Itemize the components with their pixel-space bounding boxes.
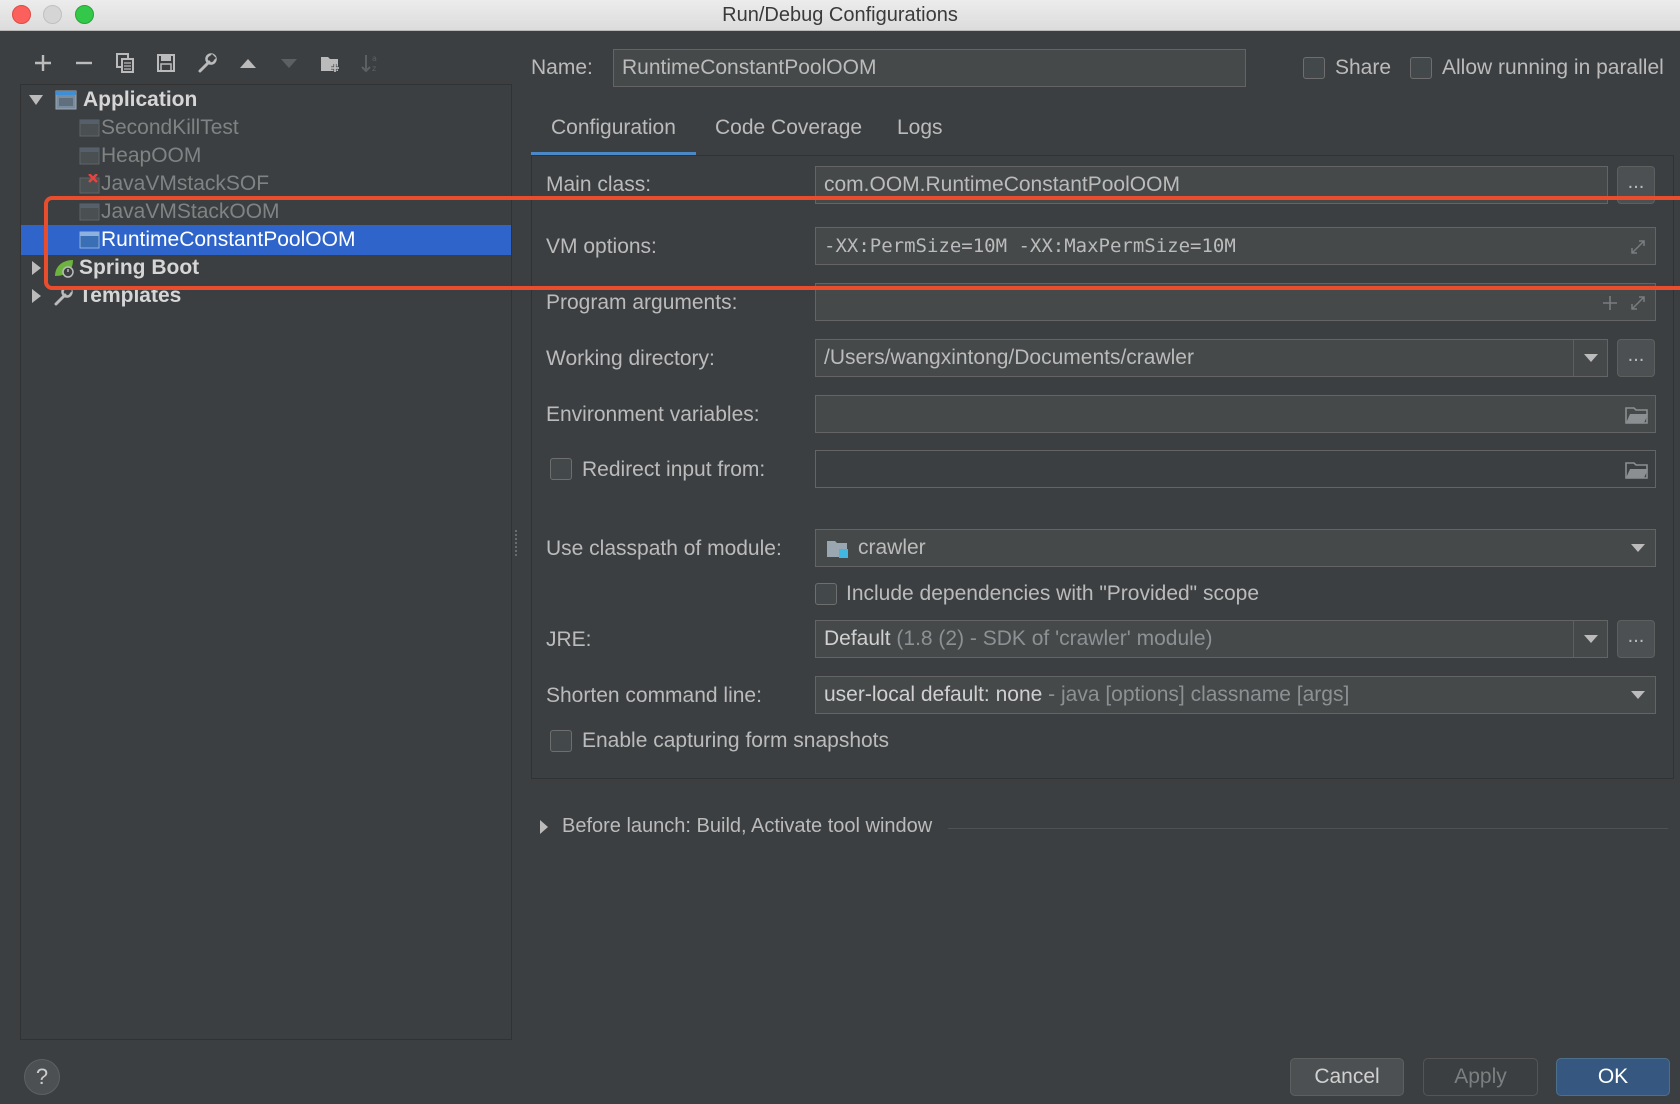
classpath-module-label: Use classpath of module: — [546, 537, 782, 560]
application-icon — [55, 90, 77, 110]
main-class-label: Main class: — [546, 173, 652, 196]
program-arguments-label: Program arguments: — [546, 291, 738, 314]
working-directory-combo[interactable]: /Users/wangxintong/Documents/crawler — [815, 339, 1608, 377]
shorten-command-line-combo[interactable]: user-local default: none - java [options… — [815, 676, 1656, 714]
remove-icon — [75, 61, 92, 65]
add-configuration-button[interactable] — [22, 46, 63, 80]
include-provided-label: Include dependencies with "Provided" sco… — [846, 582, 1260, 605]
tab-configuration[interactable]: Configuration — [531, 108, 696, 156]
chevron-down-icon[interactable] — [1621, 677, 1655, 713]
jre-label: JRE: — [546, 628, 592, 651]
help-button[interactable]: ? — [24, 1059, 60, 1095]
folder-icon[interactable] — [1625, 405, 1649, 425]
save-icon — [156, 54, 175, 72]
classpath-module-combo[interactable]: crawler — [815, 529, 1656, 567]
save-configuration-button[interactable] — [145, 46, 186, 80]
working-directory-label: Working directory: — [546, 347, 715, 370]
share-checkbox[interactable] — [1303, 57, 1325, 79]
chevron-right-icon[interactable] — [27, 281, 45, 311]
sort-icon: az — [360, 54, 377, 73]
svg-text:z: z — [372, 64, 376, 73]
chevron-right-icon[interactable] — [27, 253, 45, 283]
chevron-down-icon[interactable] — [1573, 621, 1607, 657]
redirect-input-checkbox[interactable] — [550, 458, 572, 480]
expand-icon[interactable] — [1629, 294, 1647, 312]
jre-combo[interactable]: Default (1.8 (2) - SDK of 'crawler' modu… — [815, 620, 1608, 658]
plus-icon[interactable] — [1601, 294, 1619, 312]
redirect-input-field[interactable] — [815, 450, 1656, 488]
chevron-right-icon[interactable] — [540, 820, 548, 834]
arrow-up-icon — [239, 59, 256, 68]
tree-label-secondkilltest: SecondKillTest — [101, 116, 239, 139]
module-folder-icon — [827, 541, 848, 558]
copy-configuration-button[interactable] — [104, 46, 145, 80]
application-config-icon — [79, 147, 100, 165]
shorten-value-main: user-local default: none — [824, 683, 1043, 706]
tree-label-application: Application — [83, 88, 198, 111]
environment-variables-input[interactable] — [815, 395, 1656, 433]
move-up-button[interactable] — [227, 46, 268, 80]
jre-value-detail: (1.8 (2) - SDK of 'crawler' module) — [896, 627, 1213, 650]
form-snapshots-checkbox[interactable] — [550, 730, 572, 752]
browse-working-directory-button[interactable]: ... — [1617, 339, 1655, 377]
splitter-handle[interactable] — [515, 530, 521, 556]
tab-code-coverage[interactable]: Code Coverage — [695, 108, 882, 156]
cancel-button[interactable]: Cancel — [1290, 1058, 1404, 1096]
chevron-down-icon[interactable] — [1573, 340, 1607, 376]
add-icon — [34, 55, 51, 71]
svg-text:a: a — [372, 54, 377, 63]
sort-configurations-button[interactable]: az — [350, 46, 391, 80]
before-launch-toggle[interactable]: Before launch: Build, Activate tool wind… — [562, 815, 932, 838]
form-snapshots-label: Enable capturing form snapshots — [582, 729, 890, 752]
environment-variables-label: Environment variables: — [546, 403, 760, 426]
tree-item-javavmstacksof[interactable]: JavaVMstackSOF — [21, 169, 511, 199]
ok-button[interactable]: OK — [1556, 1058, 1670, 1096]
application-config-error-icon — [79, 174, 100, 194]
wrench-icon — [198, 53, 217, 73]
arrow-down-icon — [280, 59, 297, 68]
highlight-annotation — [44, 196, 1680, 290]
create-folder-button[interactable] — [309, 46, 350, 80]
apply-button[interactable]: Apply — [1423, 1058, 1538, 1096]
shorten-command-line-label: Shorten command line: — [546, 684, 762, 707]
tree-node-application[interactable]: Application — [21, 85, 511, 115]
remove-configuration-button[interactable] — [63, 46, 104, 80]
tree-label-heapoom: HeapOOM — [101, 144, 202, 167]
browse-jre-button[interactable]: ... — [1617, 620, 1655, 658]
redirect-input-label: Redirect input from: — [582, 458, 766, 481]
chevron-down-icon[interactable] — [1621, 530, 1655, 566]
tree-item-secondkilltest[interactable]: SecondKillTest — [21, 113, 511, 143]
classpath-module-value: crawler — [858, 536, 926, 559]
application-config-icon — [79, 119, 100, 137]
jre-value-main: Default — [824, 627, 891, 650]
allow-parallel-label: Allow running in parallel — [1442, 56, 1664, 79]
folder-add-icon — [320, 57, 339, 72]
window-title: Run/Debug Configurations — [722, 4, 958, 26]
tree-label-javavmstacksof: JavaVMstackSOF — [101, 172, 270, 195]
share-label: Share — [1335, 56, 1392, 79]
allow-parallel-checkbox[interactable] — [1410, 57, 1432, 79]
title-bar: Run/Debug Configurations — [0, 0, 1680, 31]
config-toolbar: az — [22, 46, 391, 80]
divider — [948, 828, 1668, 829]
folder-icon[interactable] — [1625, 460, 1649, 480]
copy-icon — [115, 53, 134, 73]
move-down-button[interactable] — [268, 46, 309, 80]
include-provided-checkbox[interactable] — [815, 583, 837, 605]
name-label: Name: — [531, 56, 593, 79]
chevron-down-icon[interactable] — [27, 85, 45, 115]
tree-item-heapoom[interactable]: HeapOOM — [21, 141, 511, 171]
edit-defaults-button[interactable] — [186, 46, 227, 80]
tab-logs[interactable]: Logs — [877, 108, 963, 156]
working-directory-value: /Users/wangxintong/Documents/crawler — [824, 346, 1194, 369]
shorten-value-detail: - java [options] classname [args] — [1048, 683, 1350, 706]
name-input[interactable]: RuntimeConstantPoolOOM — [613, 49, 1246, 87]
